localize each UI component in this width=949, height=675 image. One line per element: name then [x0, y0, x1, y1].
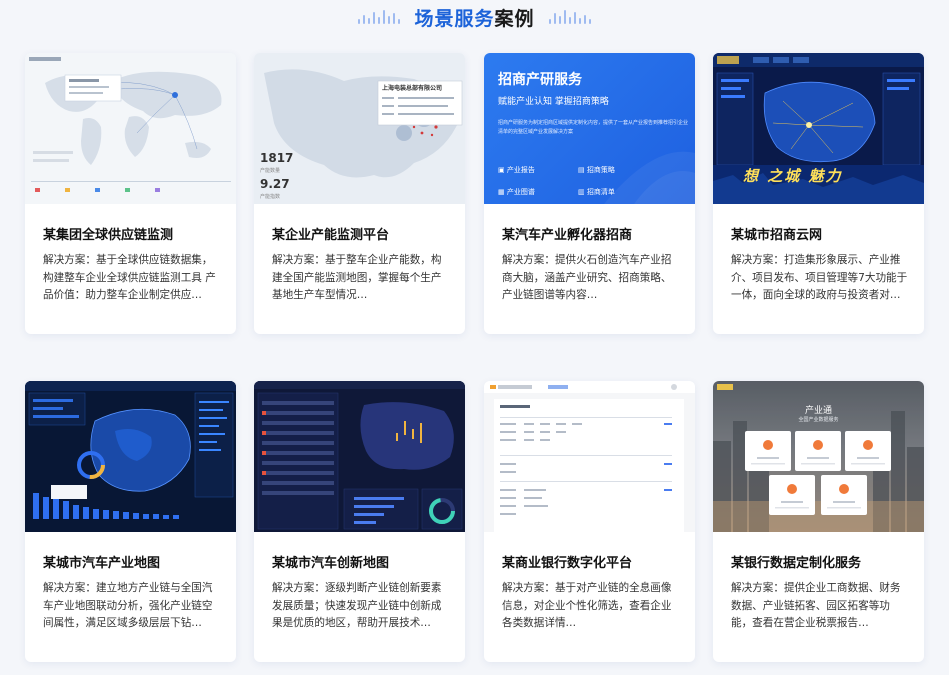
index-stat-value: 9.27: [260, 177, 290, 191]
case-title: 某企业产能监测平台: [272, 228, 390, 243]
strategy-icon: ▤: [578, 166, 587, 174]
banner-item: ▤ 招商策略: [578, 166, 615, 174]
title-decoration-right: [548, 10, 591, 24]
banner-item: ▥ 招商清单: [578, 188, 615, 196]
platform-heading: 产业通: [804, 406, 832, 416]
banner-body: 招商产研服务为制定招商区域提供定制化内容，提供了一套从产业报告到推荐招引企业清单…: [498, 120, 689, 135]
case-card[interactable]: 上海电装总部有限公司 1817 产能数量 9.27 产能指数 某企业产能监测平台…: [254, 53, 465, 334]
case-title: 某集团全球供应链监测: [43, 228, 174, 243]
case-card[interactable]: 某商业银行数字化平台 解决方案：基于对产业链的全息画像信息，对企业个性化筛选，查…: [484, 381, 695, 662]
case-thumbnail-city-photo: 产业通 全国产业数据服务: [713, 381, 924, 532]
banner-item: ▣ 产业报告: [498, 166, 535, 174]
case-title: 某汽车产业孵化器招商: [502, 228, 633, 243]
case-thumbnail-web-platform: [484, 381, 695, 532]
document-icon: ▣: [498, 166, 507, 174]
case-card[interactable]: 某城市汽车创新地图 解决方案：逐级判断产业链创新要素发展质量；快速发现产业链中创…: [254, 381, 465, 662]
case-card[interactable]: 想 之城 魅力 某城市招商云网 解决方案：打造集形象展示、产业推介、项目发布、项…: [713, 53, 924, 334]
city-slogan: 想 之城 魅力: [743, 167, 843, 185]
case-thumbnail-world-map: [25, 53, 236, 204]
case-thumbnail-industry-map: [25, 381, 236, 532]
company-name-label: 上海电装总部有限公司: [382, 85, 443, 92]
list-icon: ▥: [578, 188, 587, 196]
case-thumbnail-promo-banner: 招商产研服务 赋能产业认知 掌握招商策略 招商产研服务为制定招商区域提供定制化内…: [484, 53, 695, 204]
title-decoration-left: [358, 10, 401, 24]
case-description: 解决方案：提供火石创造汽车产业招商大脑，涵盖产业研究、招商策略、产业链图谱等内容…: [502, 254, 672, 301]
case-title: 某城市汽车创新地图: [272, 556, 390, 571]
case-description: 解决方案：基于全球供应链数据集，构建整车企业全球供应链监测工具 产品价值：助力整…: [43, 254, 216, 301]
case-thumbnail-china-map: 上海电装总部有限公司 1817 产能数量 9.27 产能指数: [254, 53, 465, 204]
case-card[interactable]: 某集团全球供应链监测 解决方案：基于全球供应链数据集，构建整车企业全球供应链监测…: [25, 53, 236, 334]
case-thumbnail-innovation-dashboard: [254, 381, 465, 532]
chart-icon: ▦: [498, 188, 507, 196]
section-title: 场景服务案例: [0, 0, 949, 34]
case-description: 解决方案：逐级判断产业链创新要素发展质量；快速发现产业链中创新成果是优质的地区，…: [272, 582, 442, 629]
case-description: 解决方案：基于整车企业产能数，构建全国产能监测地图，掌握每个生产基地生产车型情况…: [272, 254, 442, 301]
banner-item: ▦ 产业图谱: [498, 188, 535, 196]
case-description: 解决方案：打造集形象展示、产业推介、项目发布、项目管理等7大功能于一体，面向全球…: [731, 254, 908, 301]
case-description: 解决方案：提供企业工商数据、财务数据、产业链拓客、园区拓客等功能，查看在营企业税…: [731, 582, 901, 629]
case-title: 某商业银行数字化平台: [502, 556, 633, 571]
case-title: 某银行数据定制化服务: [731, 556, 862, 571]
case-card[interactable]: 某城市汽车产业地图 解决方案：建立地方产业链与全国汽车产业地图联动分析，强化产业…: [25, 381, 236, 662]
case-description: 解决方案：基于对产业链的全息画像信息，对企业个性化筛选，查看企业各类数据详情…: [502, 582, 672, 629]
platform-subheading: 全国产业数据服务: [798, 417, 839, 423]
banner-heading: 招商产研服务: [498, 72, 582, 88]
platform-logo-text: [717, 384, 733, 390]
banner-subheading: 赋能产业认知 掌握招商策略: [498, 97, 609, 107]
case-thumbnail-dashboard: 想 之城 魅力: [713, 53, 924, 204]
case-card[interactable]: 产业通 全国产业数据服务 某银行数据定制化服务 解决方案：提供企业工商数据、财务…: [713, 381, 924, 662]
capacity-stat-label: 产能数量: [260, 168, 281, 174]
page-title: 场景服务案例: [414, 7, 535, 30]
case-title: 某城市招商云网: [731, 228, 823, 243]
case-description: 解决方案：建立地方产业链与全国汽车产业地图联动分析，强化产业链空间属性，满足区域…: [43, 582, 213, 629]
index-stat-label: 产能指数: [260, 194, 281, 200]
capacity-stat-value: 1817: [260, 151, 294, 165]
case-title: 某城市汽车产业地图: [43, 556, 161, 571]
case-card[interactable]: 招商产研服务 赋能产业认知 掌握招商策略 招商产研服务为制定招商区域提供定制化内…: [484, 53, 695, 334]
